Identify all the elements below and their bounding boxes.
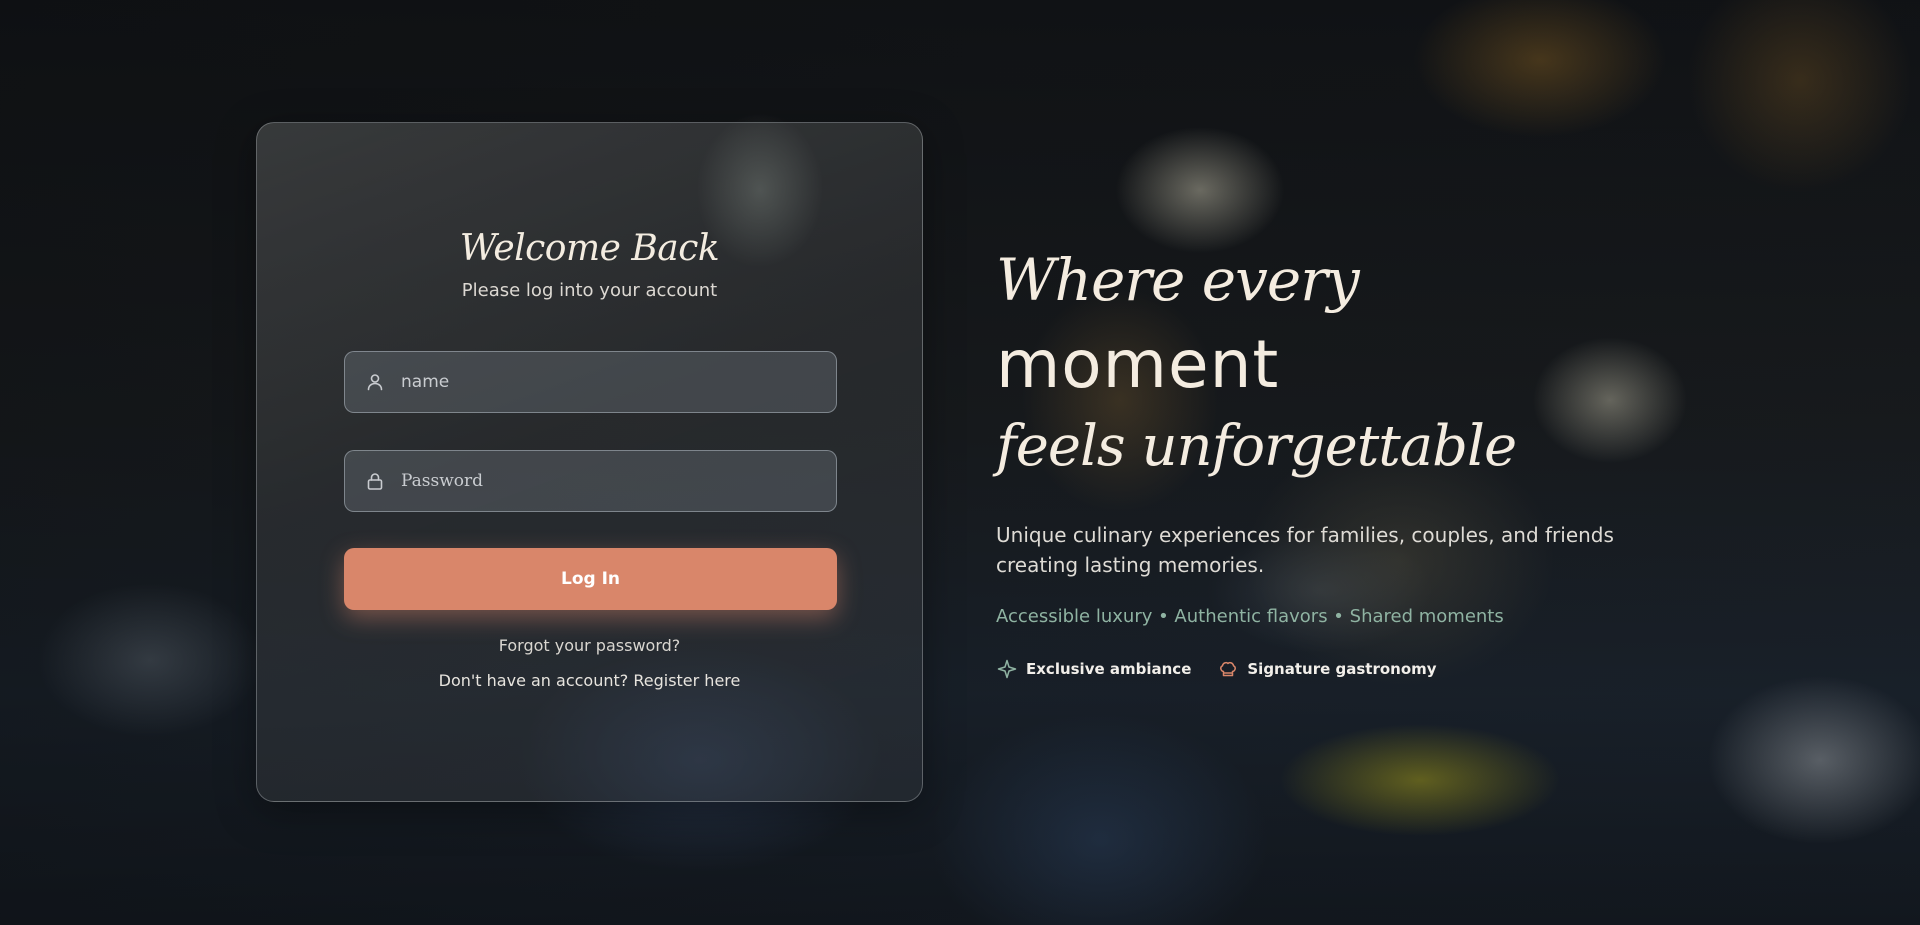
feature-label: Exclusive ambiance bbox=[1026, 660, 1192, 678]
feature-label: Signature gastronomy bbox=[1247, 660, 1437, 678]
login-subtitle: Please log into your account bbox=[461, 280, 718, 301]
sparkle-icon bbox=[996, 658, 1018, 680]
feature-signature-gastronomy: Signature gastronomy bbox=[1217, 658, 1437, 680]
feature-exclusive-ambiance: Exclusive ambiance bbox=[996, 658, 1191, 680]
chef-hat-icon bbox=[1217, 658, 1239, 680]
password-field[interactable] bbox=[344, 450, 837, 512]
hero-description: Unique culinary experiences for families… bbox=[996, 523, 1614, 577]
hero-heading-line-1: Where every bbox=[996, 246, 1360, 314]
lock-icon bbox=[363, 469, 387, 493]
user-icon bbox=[363, 370, 387, 394]
name-field[interactable] bbox=[344, 351, 837, 413]
login-button[interactable]: Log In bbox=[344, 548, 837, 610]
hero-heading-line-3: feels unforgettable bbox=[996, 414, 1517, 479]
login-title: Welcome Back bbox=[459, 228, 720, 269]
name-input[interactable] bbox=[399, 371, 823, 393]
hero-heading-line-2: moment bbox=[996, 326, 1280, 403]
forgot-password-link[interactable]: Forgot your password? bbox=[256, 636, 923, 655]
hero-tagline: Accessible luxury • Authentic flavors • … bbox=[996, 606, 1504, 627]
password-input[interactable] bbox=[399, 470, 823, 492]
register-link[interactable]: Don't have an account? Register here bbox=[256, 671, 923, 690]
feature-list: Exclusive ambiance Signature gastronomy bbox=[996, 658, 1437, 680]
